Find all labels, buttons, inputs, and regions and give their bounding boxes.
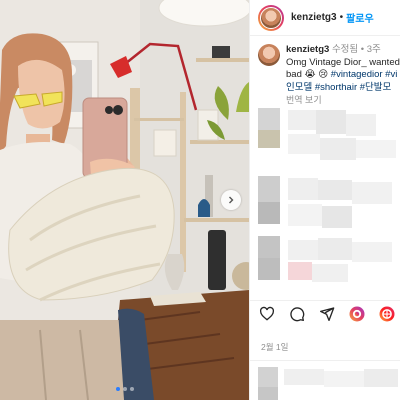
post-photo xyxy=(0,0,249,400)
post-header: kenzietg3 • 팔로우 xyxy=(250,0,400,36)
caption: kenzietg3 수정됨 • 3주 Omg Vintage Dior_ wan… xyxy=(250,36,400,107)
caption-line-2-text: bad 😭 😢 xyxy=(286,69,331,80)
share-button[interactable] xyxy=(318,305,336,323)
avatar-image xyxy=(260,6,282,29)
comments-list-blurred xyxy=(250,100,400,288)
carousel-indicator xyxy=(0,387,249,391)
caption-line-1: Omg Vintage Dior_ wanted t xyxy=(286,56,400,68)
carousel-dot[interactable] xyxy=(129,387,134,391)
photo-illustration xyxy=(0,0,249,400)
carousel-dot[interactable] xyxy=(115,387,120,391)
heart-icon xyxy=(259,306,275,321)
post-side-panel: kenzietg3 • 팔로우 kenzietg3 수정됨 • 3주 Omg V… xyxy=(249,0,400,400)
comment-button[interactable] xyxy=(288,305,306,323)
caption-avatar[interactable] xyxy=(258,44,280,66)
blurred-comments-illustration xyxy=(258,108,396,282)
chevron-right-icon xyxy=(229,196,234,204)
like-button[interactable] xyxy=(258,305,276,323)
follow-button[interactable]: 팔로우 xyxy=(346,10,374,25)
caption-line-3[interactable]: 인모델 #shorthair #단발모 xyxy=(286,82,400,95)
effect-button[interactable] xyxy=(378,305,396,323)
blurred-footer xyxy=(250,360,400,400)
post-actions-bar xyxy=(250,300,400,326)
caption-text: kenzietg3 수정됨 • 3주 Omg Vintage Dior_ wan… xyxy=(286,44,400,107)
header-username[interactable]: kenzietg3 xyxy=(291,12,337,23)
hashtag-link[interactable]: #vintagedior #vi xyxy=(331,69,398,80)
send-icon xyxy=(320,306,335,321)
sticker-icon xyxy=(349,306,365,321)
avatar[interactable] xyxy=(258,4,284,31)
caption-line-2: bad 😭 😢 #vintagedior #vi xyxy=(286,69,400,82)
blurred-footer-illustration xyxy=(258,367,398,400)
comment-icon xyxy=(290,306,305,321)
post-date: 2월 1일 xyxy=(261,342,289,352)
caption-timestamp: 수정됨 • 3주 xyxy=(331,44,381,55)
header-separator: • xyxy=(339,12,344,23)
sticker-button[interactable] xyxy=(348,305,366,323)
carousel-dot[interactable] xyxy=(122,387,127,391)
effect-icon xyxy=(379,306,395,321)
carousel-next-button[interactable] xyxy=(221,190,241,210)
caption-username[interactable]: kenzietg3 xyxy=(286,44,329,55)
caption-meta: kenzietg3 수정됨 • 3주 xyxy=(286,44,400,57)
instagram-post-view: kenzietg3 • 팔로우 kenzietg3 수정됨 • 3주 Omg V… xyxy=(0,0,400,400)
